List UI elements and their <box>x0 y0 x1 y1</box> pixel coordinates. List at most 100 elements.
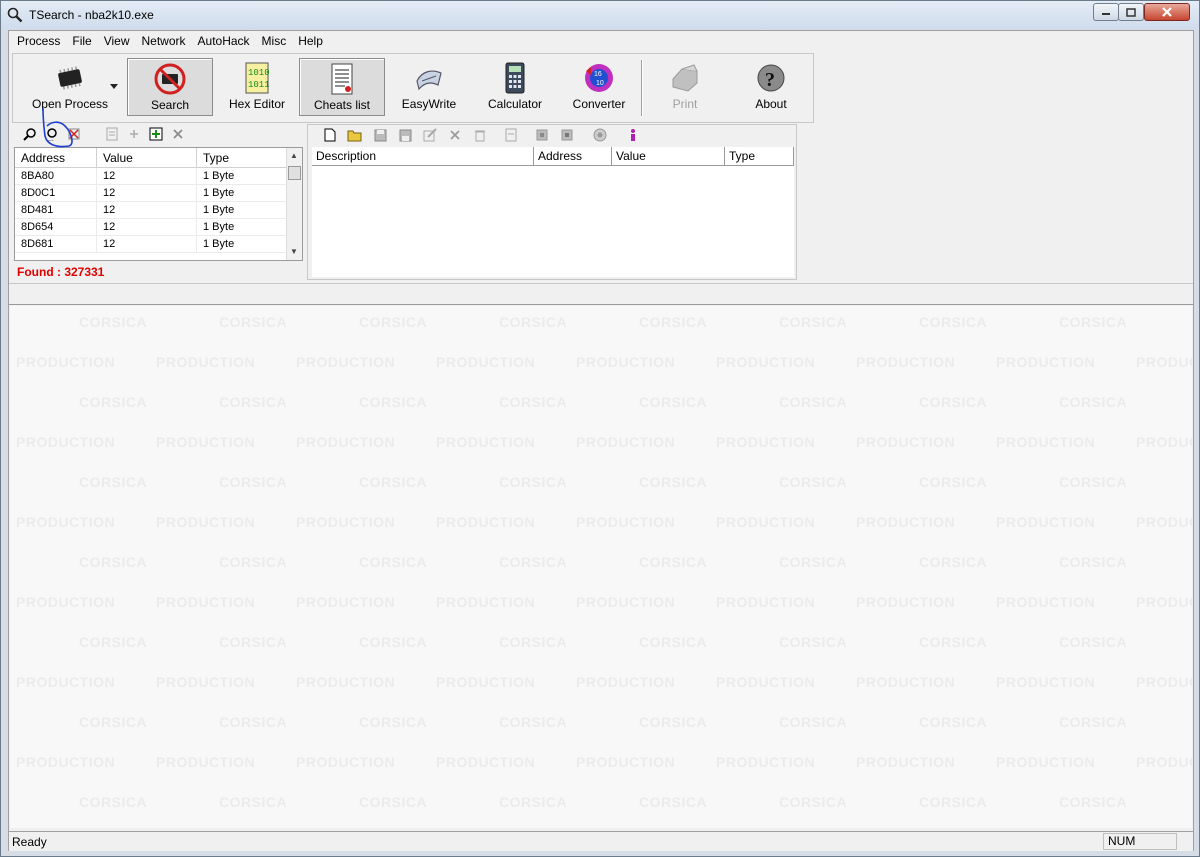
about-button[interactable]: ? About <box>731 58 811 116</box>
watermark-text: CORSICA <box>219 554 288 570</box>
search-button[interactable]: Search <box>127 58 213 116</box>
watermark-text: CORSICA <box>79 794 148 810</box>
watermark-text: CORSICA <box>1059 394 1128 410</box>
watermark-text: CORSICA <box>219 394 288 410</box>
watermark-text: PRODUCTION <box>296 674 396 690</box>
scroll-down-arrow-icon[interactable]: ▼ <box>290 247 298 256</box>
watermark-text: PRODUCTION <box>996 594 1096 610</box>
watermark-text: PRODUCTION <box>436 514 536 530</box>
cell-value: 12 <box>97 185 197 201</box>
easywrite-label: EasyWrite <box>401 97 457 111</box>
menu-file[interactable]: File <box>66 31 97 51</box>
watermark-text: PRODUCTION <box>436 674 536 690</box>
menu-process[interactable]: Process <box>11 31 66 51</box>
menu-view[interactable]: View <box>98 31 136 51</box>
panel-splitter[interactable] <box>9 283 1193 305</box>
menu-help[interactable]: Help <box>292 31 329 51</box>
watermark-text: CORSICA <box>219 314 288 330</box>
watermark-text: CORSICA <box>919 314 988 330</box>
results-table[interactable]: Address Value Type 8BA80 12 1 Byte 8D0C1… <box>14 147 303 261</box>
watermark-text: PRODUCTION <box>996 754 1096 770</box>
watermark-text: CORSICA <box>1059 794 1128 810</box>
scrollbar-thumb[interactable] <box>288 166 301 180</box>
watermark-text: CORSICA <box>79 314 148 330</box>
watermark-text: PRODUCTION <box>856 434 956 450</box>
converter-button[interactable]: 16 10 Converter <box>559 58 639 116</box>
column-header-type[interactable]: Type <box>197 148 287 167</box>
watermark-text: PRODUCTION <box>156 754 256 770</box>
watermark-text: CORSICA <box>639 554 708 570</box>
watermark-text: PRODUCTION <box>436 594 536 610</box>
watermark-text: CORSICA <box>359 314 428 330</box>
watermark-text: PRODUCTION <box>156 674 256 690</box>
svg-text:?: ? <box>765 69 775 91</box>
table-row[interactable]: 8D481 12 1 Byte <box>15 202 302 219</box>
calculator-button[interactable]: Calculator <box>475 58 555 116</box>
cell-address: 8D0C1 <box>15 185 97 201</box>
cheats-toolbar <box>308 125 796 145</box>
watermark-text: PRODUCTION <box>16 434 116 450</box>
maximize-button[interactable] <box>1118 3 1144 21</box>
cell-type: 1 Byte <box>197 236 287 252</box>
column-header-value[interactable]: Value <box>97 148 197 167</box>
minimize-icon <box>1102 13 1110 15</box>
print-label: Print <box>672 97 698 111</box>
column-header-address[interactable]: Address <box>534 147 612 165</box>
hotkey-icon <box>592 127 608 143</box>
unfreeze-icon <box>559 127 575 143</box>
title-bar[interactable]: TSearch - nba2k10.exe <box>1 1 1199 29</box>
watermark-text: PRODUCTION <box>296 354 396 370</box>
open-folder-icon[interactable] <box>347 127 363 143</box>
info-icon[interactable] <box>625 127 641 143</box>
menu-network[interactable]: Network <box>136 31 192 51</box>
hand-drawn-annotation <box>42 107 73 148</box>
minimize-button[interactable] <box>1093 3 1119 21</box>
print-button[interactable]: Print <box>645 58 725 116</box>
watermark-text: CORSICA <box>79 714 148 730</box>
watermark-text: PRODUCTION <box>156 594 256 610</box>
table-row[interactable]: 8D0C1 12 1 Byte <box>15 185 302 202</box>
work-area[interactable]: CORSICA CORSICA CORSICA CORSICA CORSICA CORSI… <box>10 306 1192 828</box>
watermark-text: CORSICA <box>219 714 288 730</box>
watermark-text: PRODUCTION <box>576 354 676 370</box>
new-document-icon[interactable] <box>322 127 338 143</box>
cheats-list-button[interactable]: Cheats list <box>299 58 385 116</box>
cell-value: 12 <box>97 236 197 252</box>
watermark-text: PRODUCTION <box>16 514 116 530</box>
watermark-text: CORSICA <box>779 394 848 410</box>
found-count: Found : 327331 <box>17 265 105 279</box>
column-header-type[interactable]: Type <box>725 147 794 165</box>
watermark-text: PRODUCTION <box>1136 594 1192 610</box>
watermark-text: PRODUCTION <box>716 594 816 610</box>
table-row[interactable]: 8D654 12 1 Byte <box>15 219 302 236</box>
scroll-up-arrow-icon[interactable]: ▲ <box>290 151 298 160</box>
delete-icon <box>447 127 463 143</box>
cell-address: 8BA80 <box>15 168 97 184</box>
hex-editor-label: Hex Editor <box>228 97 286 111</box>
watermark-text: CORSICA <box>639 794 708 810</box>
column-header-value[interactable]: Value <box>612 147 725 165</box>
watermark-text: PRODUCTION <box>716 354 816 370</box>
close-button[interactable] <box>1144 3 1190 21</box>
cell-value: 12 <box>97 202 197 218</box>
watermark-text: PRODUCTION <box>576 594 676 610</box>
cheats-table[interactable]: Description Address Value Type <box>312 147 794 277</box>
cheats-list-label: Cheats list <box>313 98 371 112</box>
dropdown-arrow-icon[interactable] <box>110 84 119 90</box>
table-row[interactable]: 8D681 12 1 Byte <box>15 236 302 253</box>
watermark-text: CORSICA <box>359 554 428 570</box>
results-scrollbar[interactable]: ▲ ▼ <box>286 148 302 260</box>
hex-editor-button[interactable]: 1010 1011 Hex Editor <box>217 58 297 116</box>
column-header-description[interactable]: Description <box>312 147 534 165</box>
menu-misc[interactable]: Misc <box>256 31 293 51</box>
add-to-list-icon[interactable] <box>148 126 164 142</box>
save-icon <box>372 127 388 143</box>
watermark-text: PRODUCTION <box>296 434 396 450</box>
watermark-text: CORSICA <box>219 474 288 490</box>
table-row[interactable]: 8BA80 12 1 Byte <box>15 168 302 185</box>
easywrite-button[interactable]: EasyWrite <box>389 58 469 116</box>
menu-autohack[interactable]: AutoHack <box>192 31 256 51</box>
freeze-icon <box>534 127 550 143</box>
edit-icon <box>422 127 438 143</box>
watermark-text: CORSICA <box>359 634 428 650</box>
